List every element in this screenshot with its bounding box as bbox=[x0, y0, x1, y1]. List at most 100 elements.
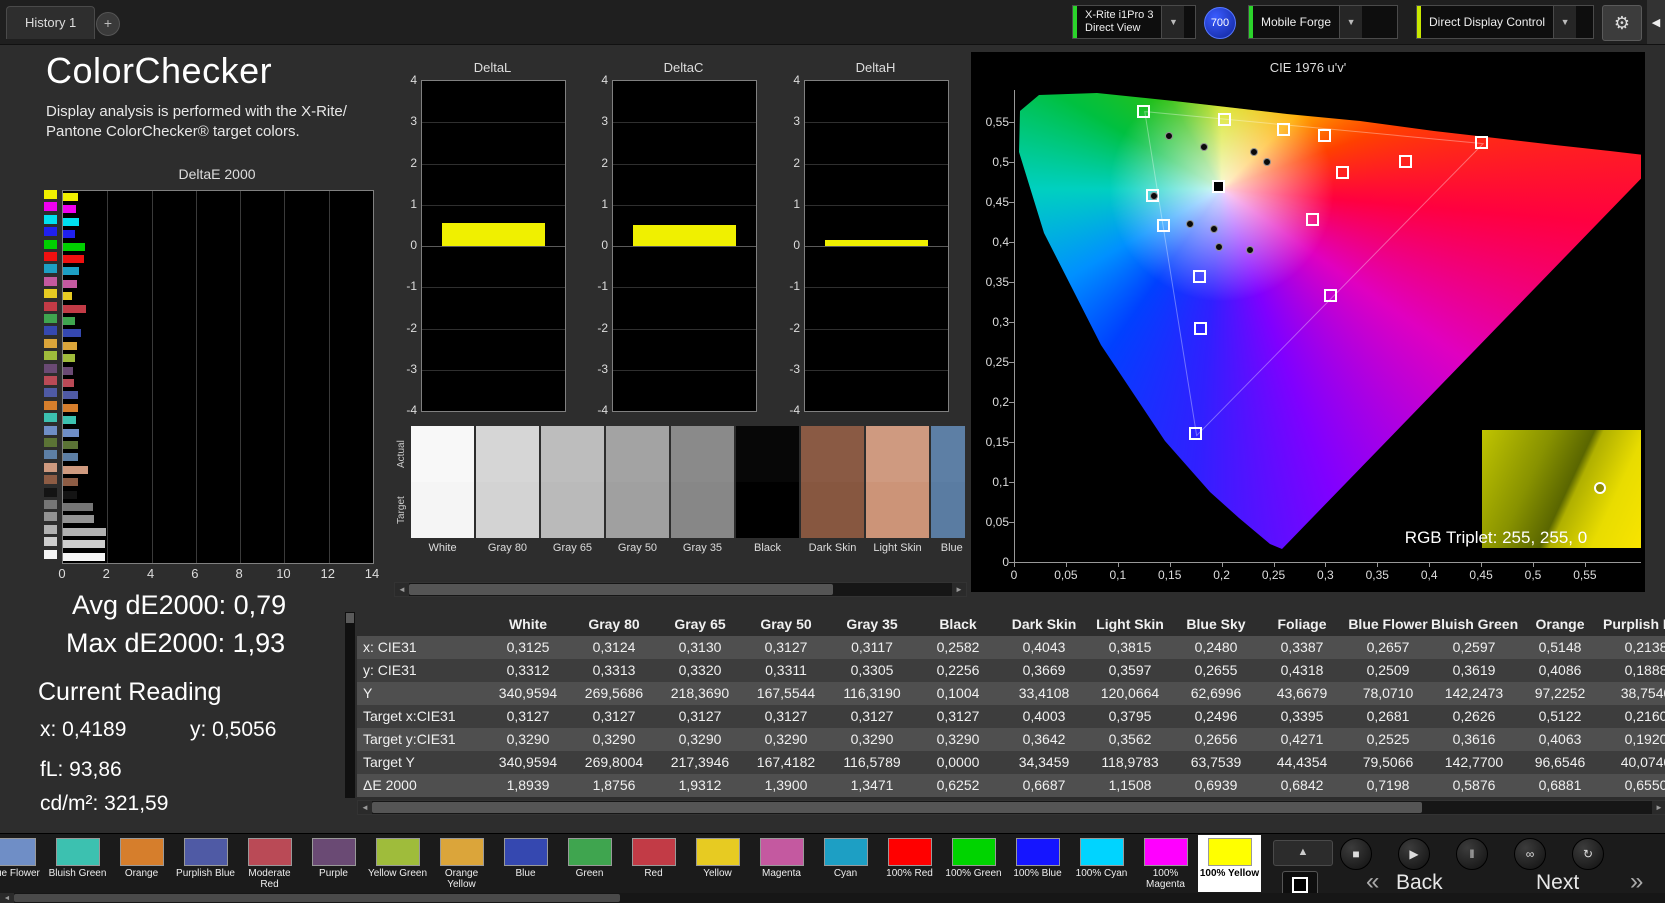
add-tab-button[interactable]: + bbox=[96, 12, 120, 36]
patch-button[interactable]: Purple bbox=[302, 835, 365, 892]
patch-button[interactable]: 100% Yellow bbox=[1198, 835, 1261, 892]
scroll-left-icon[interactable]: ◄ bbox=[358, 801, 372, 814]
loop-button[interactable]: ∞ bbox=[1514, 838, 1546, 870]
patch-button[interactable]: Bluish Green bbox=[46, 835, 109, 892]
patch-cell[interactable]: Blue Sky bbox=[931, 426, 965, 554]
scroll-right-icon[interactable]: ► bbox=[952, 583, 966, 596]
patch-button-label: Purplish Blue bbox=[176, 868, 235, 879]
patch-cell[interactable]: Black bbox=[736, 426, 799, 554]
patch-button[interactable]: Yellow Green bbox=[366, 835, 429, 892]
patch-button[interactable]: Purplish Blue bbox=[174, 835, 237, 892]
patch-button[interactable]: Moderate Red bbox=[238, 835, 301, 892]
patch-actual-swatch bbox=[606, 426, 669, 482]
next-chevron-icon[interactable]: » bbox=[1630, 869, 1643, 895]
display-control-dropdown[interactable]: Direct Display Control ▼ bbox=[1416, 5, 1594, 39]
table-cell: 0,2655 bbox=[1194, 662, 1238, 678]
gridline bbox=[805, 287, 948, 289]
source-dropdown[interactable]: Mobile Forge ▼ bbox=[1248, 5, 1398, 39]
patch-cell[interactable]: Dark Skin bbox=[801, 426, 864, 554]
chevron-down-icon[interactable]: ▼ bbox=[1339, 6, 1363, 38]
patch-color-swatch bbox=[1207, 838, 1252, 866]
patch-button[interactable]: 100% Cyan bbox=[1070, 835, 1133, 892]
patch-button[interactable]: 100% Green bbox=[942, 835, 1005, 892]
gridline bbox=[613, 163, 756, 165]
x-tick-label: 8 bbox=[235, 566, 243, 581]
table-scroll-gutter[interactable] bbox=[345, 612, 355, 798]
scroll-right-icon[interactable]: ► bbox=[1652, 801, 1665, 814]
bottom-scroll-thumb[interactable] bbox=[14, 894, 620, 902]
table-scrollbar[interactable]: ◄ ► bbox=[357, 800, 1665, 815]
patch-button[interactable]: Orange Yellow bbox=[430, 835, 493, 892]
back-chevron-icon[interactable]: « bbox=[1366, 869, 1379, 895]
table-scroll-track[interactable] bbox=[372, 801, 1652, 814]
meter-count-badge[interactable]: 700 bbox=[1204, 7, 1236, 39]
table-cell: 340,9594 bbox=[498, 754, 558, 770]
patch-cell[interactable]: Gray 35 bbox=[671, 426, 734, 554]
table-cell: 0,6550 bbox=[1624, 777, 1665, 793]
patch-button[interactable]: Yellow bbox=[686, 835, 749, 892]
patch-button[interactable]: Magenta bbox=[750, 835, 813, 892]
table-cell: 0,3124 bbox=[592, 639, 636, 655]
gridline bbox=[805, 246, 948, 247]
y-tick-label: -2 bbox=[597, 320, 608, 335]
patch-cell[interactable]: Gray 65 bbox=[541, 426, 604, 554]
table-scroll-thumb[interactable] bbox=[372, 802, 1422, 813]
patch-button-label: Yellow Green bbox=[367, 868, 428, 879]
sync-button[interactable]: ↻ bbox=[1572, 838, 1604, 870]
scroll-left-icon[interactable]: ◄ bbox=[395, 583, 409, 596]
table-cell: 1,9312 bbox=[678, 777, 722, 793]
patch-button[interactable]: Orange bbox=[110, 835, 173, 892]
patch-button[interactable]: Cyan bbox=[814, 835, 877, 892]
patch-color-swatch bbox=[759, 838, 804, 866]
table-body: x: CIE31 0,3125 0,3124 0,3130 0,3127 0,3117 0,… bbox=[357, 636, 1665, 797]
expand-panel-button[interactable]: ▲ bbox=[1273, 840, 1333, 866]
strip-scrollbar[interactable]: ◄ ► bbox=[394, 582, 967, 597]
collapse-panel-button[interactable]: ◀ bbox=[1647, 0, 1665, 44]
x-tick-label: 0,45 bbox=[1469, 568, 1493, 582]
patch-cell[interactable]: Light Skin bbox=[866, 426, 929, 554]
table-scroll-thumb[interactable] bbox=[346, 613, 354, 623]
bottom-scroll-track[interactable] bbox=[14, 893, 1665, 903]
patch-cell[interactable]: White bbox=[411, 426, 474, 554]
stop-icon: ■ bbox=[1352, 847, 1360, 861]
table-cell: 0,5876 bbox=[1452, 777, 1496, 793]
table-cell: 0,3127 bbox=[678, 708, 722, 724]
patch-button[interactable]: 100% Magenta bbox=[1134, 835, 1197, 892]
y-tick-mark bbox=[1009, 442, 1014, 443]
table-cell: 38,7540 bbox=[1620, 685, 1665, 701]
history-tab[interactable]: History 1 bbox=[6, 6, 96, 39]
patch-target-swatch bbox=[411, 482, 474, 538]
y-tick-label: -1 bbox=[406, 279, 417, 294]
chevron-down-icon[interactable]: ▼ bbox=[1553, 6, 1577, 38]
patch-button[interactable]: 100% Blue bbox=[1006, 835, 1069, 892]
pause-button[interactable]: ‖ bbox=[1456, 838, 1488, 870]
patch-target-swatch bbox=[606, 482, 669, 538]
stop-button[interactable]: ■ bbox=[1340, 838, 1372, 870]
patch-button[interactable]: 100% Red bbox=[878, 835, 941, 892]
y-tick-label: 0 bbox=[793, 238, 800, 252]
table-cell: 0,3117 bbox=[851, 639, 893, 655]
patch-button[interactable]: Blue Flower bbox=[0, 835, 45, 892]
strip-scroll-thumb[interactable] bbox=[409, 584, 833, 595]
play-button[interactable]: ▶ bbox=[1398, 838, 1430, 870]
next-button[interactable]: Next bbox=[1536, 871, 1579, 895]
deltae-bar bbox=[63, 527, 106, 536]
patch-button[interactable]: Green bbox=[558, 835, 621, 892]
patch-button[interactable]: Red bbox=[622, 835, 685, 892]
chevron-down-icon[interactable]: ▼ bbox=[1161, 6, 1185, 38]
strip-scroll-track[interactable] bbox=[409, 583, 952, 596]
back-button[interactable]: Back bbox=[1396, 871, 1443, 895]
patch-cell[interactable]: Gray 50 bbox=[606, 426, 669, 554]
table-cell: 0,3290 bbox=[936, 731, 980, 747]
y-tick-label: 0,55 bbox=[985, 115, 1009, 129]
table-cell: 0,3290 bbox=[592, 731, 636, 747]
patch-cell[interactable]: Gray 80 bbox=[476, 426, 539, 554]
delta-bar bbox=[825, 239, 928, 246]
patch-button[interactable]: Blue bbox=[494, 835, 557, 892]
scroll-left-icon[interactable]: ◄ bbox=[0, 893, 14, 903]
bottom-scrollbar[interactable]: ◄ bbox=[0, 893, 1665, 903]
deltae-category-swatch bbox=[44, 475, 57, 485]
y-tick-mark bbox=[1009, 522, 1014, 523]
meter-dropdown[interactable]: X-Rite i1Pro 3 Direct View ▼ bbox=[1072, 5, 1196, 39]
settings-button[interactable]: ⚙ bbox=[1602, 5, 1642, 41]
